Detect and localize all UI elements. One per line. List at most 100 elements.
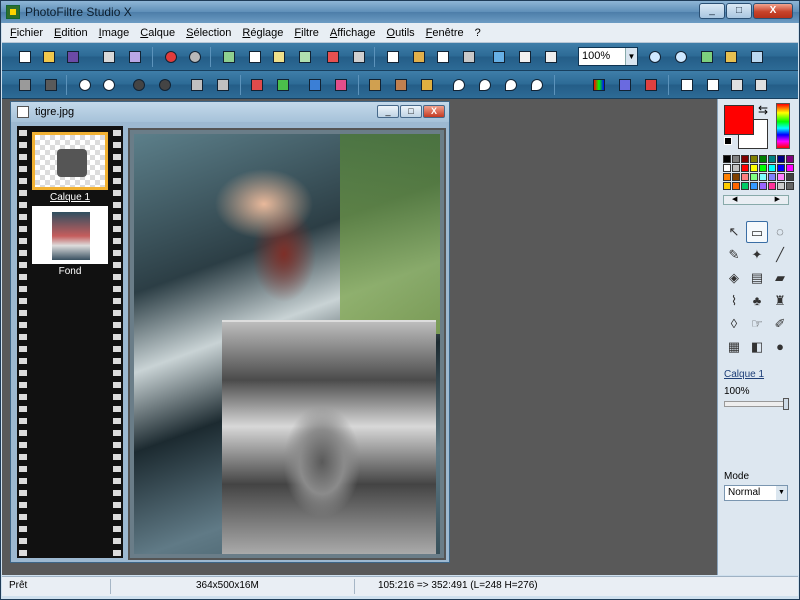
undo-icon[interactable] bbox=[162, 48, 180, 66]
sharpen-more-icon[interactable] bbox=[528, 76, 546, 94]
color-swatch[interactable] bbox=[768, 155, 776, 163]
mask-icon[interactable] bbox=[490, 48, 508, 66]
gamma-down-icon[interactable] bbox=[188, 76, 206, 94]
grayscale-icon[interactable] bbox=[366, 76, 384, 94]
pattern-icon[interactable]: ▦ bbox=[723, 336, 745, 358]
menu-reglage[interactable]: Réglage bbox=[242, 27, 283, 39]
histogram-icon[interactable] bbox=[306, 76, 324, 94]
color-swatch[interactable] bbox=[732, 173, 740, 181]
menu-help[interactable]: ? bbox=[475, 27, 481, 39]
blend-mode-select[interactable]: Normal ▼ bbox=[724, 485, 788, 501]
color-swatch[interactable] bbox=[750, 182, 758, 190]
layer-overlay-image[interactable] bbox=[222, 320, 436, 554]
frame-icon[interactable] bbox=[434, 48, 452, 66]
image-canvas[interactable] bbox=[134, 134, 440, 554]
saturation-up-icon[interactable] bbox=[274, 76, 292, 94]
layer-thumbnail[interactable] bbox=[32, 206, 108, 264]
color-swatch[interactable] bbox=[732, 164, 740, 172]
print-icon[interactable] bbox=[100, 48, 118, 66]
color-swatch[interactable] bbox=[786, 155, 794, 163]
menu-selection[interactable]: Sélection bbox=[186, 27, 231, 39]
rotate-left-icon[interactable] bbox=[728, 76, 746, 94]
color-swatch[interactable] bbox=[777, 164, 785, 172]
doc-maximize-button[interactable]: □ bbox=[400, 105, 422, 118]
magic-wand-icon[interactable]: ✦ bbox=[746, 244, 768, 266]
saturation-down-icon[interactable] bbox=[248, 76, 266, 94]
color-swatch[interactable] bbox=[741, 182, 749, 190]
color-swatch[interactable] bbox=[759, 155, 767, 163]
color-swatch[interactable] bbox=[768, 182, 776, 190]
color-swatch[interactable] bbox=[732, 155, 740, 163]
canvas-size-icon[interactable] bbox=[350, 48, 368, 66]
stamp-icon[interactable]: ♜ bbox=[769, 290, 791, 312]
minimize-button[interactable]: _ bbox=[699, 3, 725, 19]
spray-icon[interactable]: ▤ bbox=[746, 267, 768, 289]
title-bar[interactable]: PhotoFiltre Studio X _ □ X bbox=[1, 1, 799, 23]
fill-icon[interactable] bbox=[542, 48, 560, 66]
finger-icon[interactable]: ☞ bbox=[746, 313, 768, 335]
color-swatch[interactable] bbox=[759, 182, 767, 190]
doc-close-button[interactable]: X bbox=[423, 105, 445, 118]
new-file-icon[interactable] bbox=[16, 48, 34, 66]
layer-item-calque-1[interactable]: Calque 1 bbox=[32, 132, 108, 203]
color-balance-icon[interactable] bbox=[332, 76, 350, 94]
swap-colors-icon[interactable]: ⇆ bbox=[758, 103, 768, 117]
opacity-slider-knob[interactable] bbox=[783, 398, 789, 410]
auto-contrast-icon[interactable] bbox=[42, 76, 60, 94]
open-file-icon[interactable] bbox=[40, 48, 58, 66]
menu-image[interactable]: Image bbox=[99, 27, 130, 39]
foreground-color[interactable] bbox=[724, 105, 754, 135]
doc-minimize-button[interactable]: _ bbox=[377, 105, 399, 118]
eyedropper-icon[interactable]: ✎ bbox=[723, 244, 745, 266]
palette-scroller[interactable]: ◀ ▶ bbox=[723, 195, 789, 205]
paste-new-icon[interactable] bbox=[296, 48, 314, 66]
scan-icon[interactable] bbox=[126, 48, 144, 66]
gradient-icon[interactable] bbox=[516, 48, 534, 66]
blur-drop-icon[interactable]: ◊ bbox=[723, 313, 745, 335]
sepia-icon[interactable] bbox=[392, 76, 410, 94]
color-swatch[interactable] bbox=[768, 164, 776, 172]
layer-thumbnail[interactable] bbox=[32, 132, 108, 190]
active-layer-link[interactable]: Calque 1 bbox=[724, 369, 764, 380]
zoom-select[interactable]: 100% ▼ bbox=[578, 47, 638, 66]
lasso-icon[interactable]: ◌ bbox=[769, 221, 791, 243]
color-swatch[interactable] bbox=[750, 164, 758, 172]
zoom-out-icon[interactable] bbox=[672, 48, 690, 66]
layers-icon[interactable] bbox=[642, 76, 660, 94]
chevron-left-icon[interactable]: ◀ bbox=[732, 196, 737, 204]
color-swatch[interactable] bbox=[777, 155, 785, 163]
color-swatch[interactable] bbox=[723, 173, 731, 181]
app-logo-icon[interactable] bbox=[6, 5, 20, 19]
transform-icon[interactable] bbox=[410, 48, 428, 66]
pencil-icon[interactable]: ✐ bbox=[769, 313, 791, 335]
cut-icon[interactable] bbox=[220, 48, 238, 66]
sharpen-icon[interactable] bbox=[502, 76, 520, 94]
fullscreen-icon[interactable] bbox=[748, 48, 766, 66]
bucket-icon[interactable]: ◈ bbox=[723, 267, 745, 289]
color-swatch[interactable] bbox=[741, 164, 749, 172]
selection-icon[interactable]: ▭ bbox=[746, 221, 768, 243]
eraser-icon[interactable]: ▰ bbox=[769, 267, 791, 289]
color-swatch[interactable] bbox=[777, 173, 785, 181]
line-icon[interactable]: ╱ bbox=[769, 244, 791, 266]
chevron-right-icon[interactable]: ▶ bbox=[775, 196, 780, 204]
advanced-brush-icon[interactable]: ♣ bbox=[746, 290, 768, 312]
color-swatch[interactable] bbox=[777, 182, 785, 190]
menu-fenetre[interactable]: Fenêtre bbox=[426, 27, 464, 39]
chevron-down-icon[interactable]: ▼ bbox=[776, 486, 787, 500]
color-swatch[interactable] bbox=[768, 173, 776, 181]
actual-size-icon[interactable] bbox=[722, 48, 740, 66]
color-swatch[interactable] bbox=[732, 182, 740, 190]
redo-icon[interactable] bbox=[186, 48, 204, 66]
contrast-up-icon[interactable] bbox=[156, 76, 174, 94]
contrast-down-icon[interactable] bbox=[130, 76, 148, 94]
menu-fichier[interactable]: Fichier bbox=[10, 27, 43, 39]
close-button[interactable]: X bbox=[753, 3, 793, 19]
clone-icon[interactable]: ◧ bbox=[746, 336, 768, 358]
rotate-right-icon[interactable] bbox=[752, 76, 770, 94]
soften-icon[interactable] bbox=[476, 76, 494, 94]
color-swatch[interactable] bbox=[723, 164, 731, 172]
color-swatch[interactable] bbox=[786, 173, 794, 181]
crop-icon[interactable] bbox=[384, 48, 402, 66]
brightness-down-icon[interactable] bbox=[76, 76, 94, 94]
